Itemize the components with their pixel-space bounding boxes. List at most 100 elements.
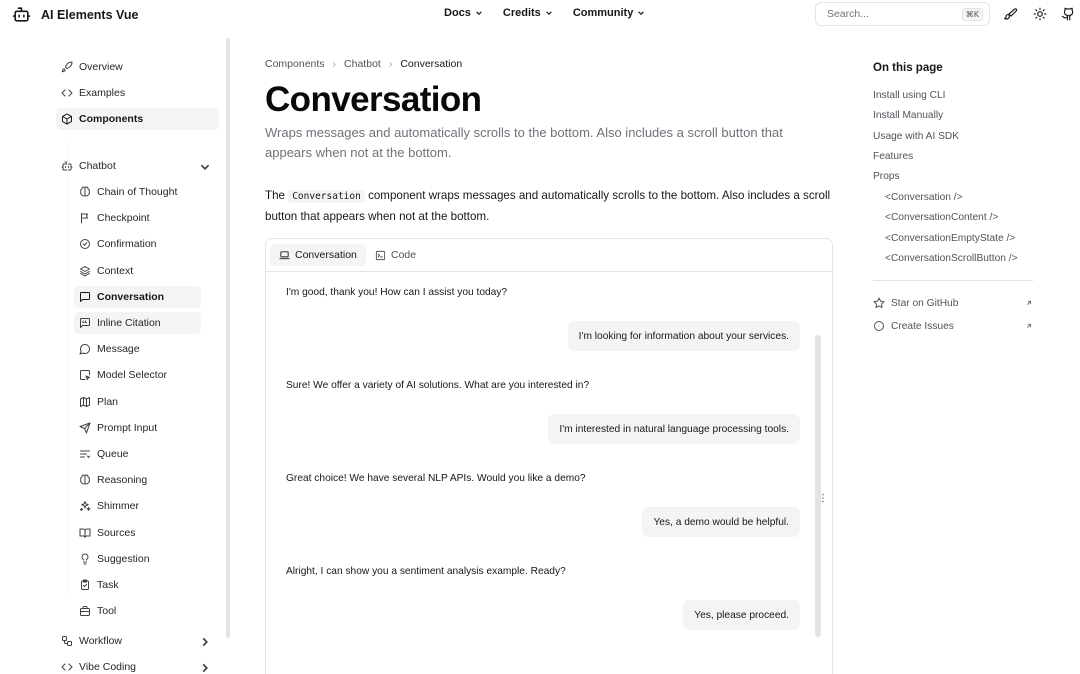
user-message: Yes, please proceed. (683, 600, 800, 630)
github-button[interactable] (1061, 7, 1075, 21)
quote-icon (80, 318, 90, 328)
toc-item-install-using-cli[interactable]: Install using CLI (873, 90, 945, 101)
sun-icon (1033, 7, 1047, 21)
sidebar-item-label: Confirmation (97, 238, 157, 251)
sidebar-item-plan[interactable]: Plan (74, 391, 201, 413)
sidebar-item-overview[interactable]: Overview (56, 56, 219, 78)
sidebar-group-workflow[interactable]: Workflow (56, 630, 219, 652)
sidebar-item-label: Overview (79, 61, 123, 73)
code-icon (61, 89, 73, 97)
toc-prop-item[interactable]: <ConversationEmptyState /> (885, 233, 1015, 244)
laptop-icon (279, 250, 290, 259)
sidebar-item-sources[interactable]: Sources (74, 522, 201, 544)
top-header: AI Elements Vue Docs Credits Community S… (0, 0, 1080, 28)
sidebar-item-prompt-input[interactable]: Prompt Input (74, 417, 201, 439)
sidebar-item-label: Examples (79, 87, 126, 99)
chevron-down-icon (546, 11, 552, 15)
tab-conversation[interactable]: Conversation (270, 244, 366, 266)
toc-prop-item[interactable]: <ConversationContent /> (885, 212, 998, 223)
grip-vertical-icon[interactable] (821, 493, 825, 503)
sidebar-item-label: Checkpoint (97, 212, 150, 225)
nav-docs[interactable]: Docs (444, 7, 483, 19)
sidebar-item-chain-of-thought[interactable]: Chain of Thought (74, 181, 201, 203)
brush-icon (1004, 8, 1018, 20)
toc-prop-item[interactable]: <ConversationScrollButton /> (885, 253, 1018, 264)
code-icon (61, 663, 73, 671)
toc-link-label: Create Issues (891, 320, 954, 332)
create-issues-link[interactable]: Create Issues (873, 320, 1033, 332)
assistant-message: I'm good, thank you! How can I assist yo… (286, 287, 508, 298)
nav-community-label: Community (572, 7, 634, 19)
sidebar-item-label: Tool (97, 605, 117, 618)
star-icon (873, 297, 885, 308)
sidebar-item-inline-citation[interactable]: Inline Citation (74, 312, 201, 334)
toc-item-features[interactable]: Features (873, 151, 913, 162)
github-icon (1061, 7, 1074, 21)
nav-credits[interactable]: Credits (503, 7, 553, 19)
sidebar-group-chatbot[interactable]: Chatbot (56, 155, 219, 177)
sidebar-item-reasoning[interactable]: Reasoning (74, 469, 201, 491)
search-placeholder: Search... (827, 8, 870, 20)
sidebar-item-confirmation[interactable]: Confirmation (74, 233, 201, 255)
toc-divider (873, 280, 1033, 281)
sidebar-item-model-selector[interactable]: Model Selector (74, 364, 201, 386)
sidebar-group-label: Workflow (79, 635, 122, 647)
sidebar-group-vibe-coding[interactable]: Vibe Coding (56, 656, 219, 674)
toolbox-icon (80, 606, 90, 617)
terminal-square-icon (375, 250, 386, 260)
tab-label: Conversation (295, 249, 357, 261)
sidebar-item-label: Message (97, 343, 140, 356)
search-input[interactable]: Search... ⌘K (815, 2, 990, 26)
sidebar-item-checkpoint[interactable]: Checkpoint (74, 207, 201, 229)
arrow-up-right-icon (1027, 300, 1032, 305)
brush-button[interactable] (1004, 7, 1018, 21)
sidebar-item-queue[interactable]: Queue (74, 443, 201, 465)
toc-link-label: Star on GitHub (891, 297, 959, 309)
breadcrumb-components[interactable]: Components (265, 58, 325, 70)
sidebar-item-conversation[interactable]: Conversation (74, 285, 201, 308)
check-circle-icon (80, 239, 90, 250)
tab-code[interactable]: Code (366, 244, 425, 266)
breadcrumb: Components › Chatbot › Conversation (265, 58, 462, 70)
sparkles-icon (80, 501, 91, 512)
sidebar-item-components[interactable]: Components (56, 108, 219, 130)
chevron-down-icon (200, 164, 210, 170)
sidebar-item-context[interactable]: Context (74, 260, 201, 282)
nav-community[interactable]: Community (573, 7, 646, 19)
brand-logo[interactable]: AI Elements Vue (12, 5, 139, 24)
nav-credits-label: Credits (502, 7, 541, 19)
breadcrumb-chatbot[interactable]: Chatbot (344, 58, 381, 70)
sidebar-item-label: Model Selector (97, 369, 168, 382)
sidebar-item-task[interactable]: Task (74, 574, 201, 596)
star-on-github-link[interactable]: Star on GitHub (873, 297, 1033, 309)
toc-item-install-manually[interactable]: Install Manually (873, 110, 943, 121)
top-nav: Docs Credits Community (444, 7, 645, 19)
sidebar-item-examples[interactable]: Examples (56, 82, 219, 104)
sidebar-item-label: Components (79, 113, 144, 125)
search-shortcut: ⌘K (961, 7, 983, 21)
map-icon (80, 396, 90, 407)
cursor-square-icon (80, 370, 90, 381)
conversation-scrollbar-thumb[interactable] (815, 335, 821, 637)
toc-prop-item[interactable]: <Conversation /> (885, 192, 963, 203)
sidebar-scrollbar[interactable] (226, 38, 230, 638)
sidebar-item-label: Conversation (97, 290, 165, 303)
list-icon (80, 450, 90, 458)
toc-title: On this page (873, 62, 943, 74)
sidebar-item-tool[interactable]: Tool (74, 600, 201, 622)
sidebar-item-suggestion[interactable]: Suggestion (74, 548, 201, 570)
toc-item-usage-with-ai-sdk[interactable]: Usage with AI SDK (873, 131, 959, 142)
intro-paragraph: The Conversation component wraps message… (265, 186, 835, 227)
sidebar-item-shimmer[interactable]: Shimmer (74, 495, 201, 517)
theme-toggle-button[interactable] (1033, 7, 1047, 21)
toc-item-props[interactable]: Props (873, 171, 900, 182)
page-description: Wraps messages and automatically scrolls… (265, 125, 783, 160)
chevron-right-icon (202, 637, 208, 647)
sidebar-item-label: Shimmer (97, 500, 140, 513)
sidebar-item-message[interactable]: Message (74, 338, 201, 360)
inline-code: Conversation (288, 190, 365, 203)
message-square-icon (80, 291, 90, 302)
sidebar-item-label: Queue (97, 448, 129, 460)
breadcrumb-current: Conversation (400, 58, 463, 70)
brain-icon (80, 186, 90, 197)
